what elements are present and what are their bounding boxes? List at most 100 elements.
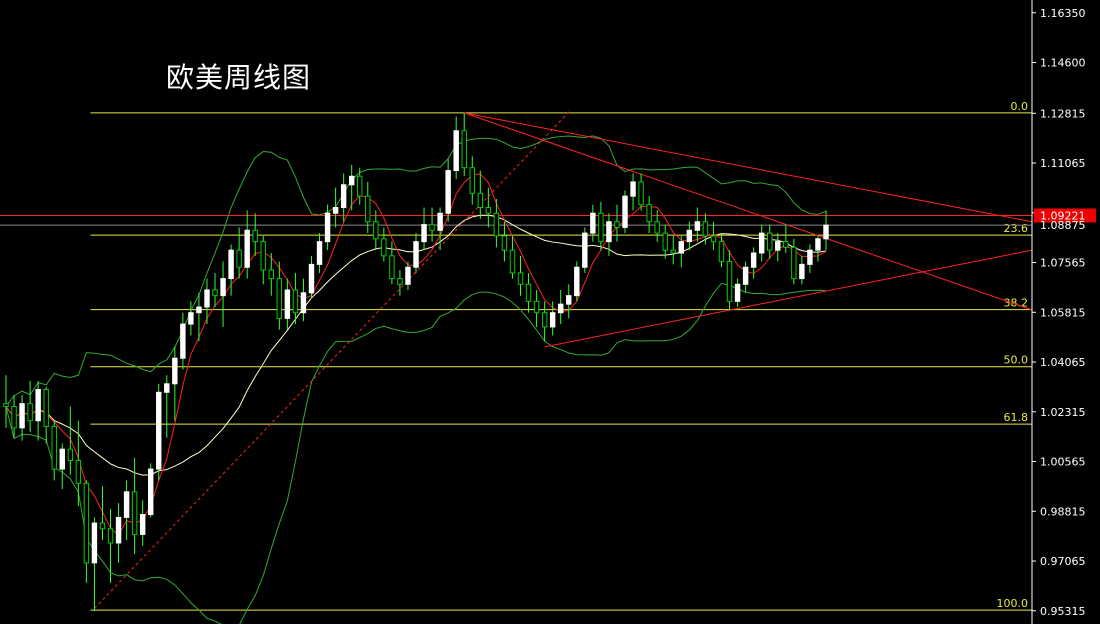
candle-body bbox=[83, 482, 90, 564]
candle-body bbox=[429, 224, 435, 231]
candle-body bbox=[525, 283, 532, 302]
candle-body bbox=[180, 323, 186, 359]
candle-body bbox=[107, 528, 114, 544]
candle-body bbox=[131, 491, 138, 535]
candle-body bbox=[373, 221, 379, 240]
candle-body bbox=[614, 221, 620, 228]
candle-body bbox=[469, 167, 475, 194]
candle-body bbox=[807, 249, 813, 265]
candle-body bbox=[477, 192, 484, 209]
candle-body bbox=[638, 181, 644, 206]
candle-body bbox=[815, 238, 821, 251]
candle-body bbox=[389, 255, 395, 280]
candle-body bbox=[268, 269, 275, 280]
tick-label: 1.04065 bbox=[1040, 356, 1086, 369]
candle-body bbox=[381, 238, 387, 257]
tick-label: 1.00565 bbox=[1040, 456, 1086, 469]
candle-body bbox=[533, 300, 540, 314]
tick-label: 1.12815 bbox=[1040, 107, 1086, 120]
fib-label: 23.6 bbox=[1004, 222, 1029, 235]
lower-trendline bbox=[544, 249, 1033, 348]
fib-label: 100.0 bbox=[997, 597, 1029, 610]
fib-label: 0.0 bbox=[1011, 100, 1029, 113]
candle-body bbox=[19, 403, 25, 429]
candle-body bbox=[791, 246, 797, 280]
candle-body bbox=[43, 388, 49, 427]
candle-body bbox=[413, 241, 419, 268]
candle-body bbox=[188, 312, 194, 325]
tick-label: 0.97065 bbox=[1040, 555, 1086, 568]
candle-body bbox=[196, 306, 202, 314]
candle-body bbox=[147, 468, 154, 516]
candle-body bbox=[27, 403, 33, 422]
trendlines bbox=[94, 110, 1033, 609]
candle-body bbox=[710, 235, 717, 243]
tick-label: 0.98815 bbox=[1040, 505, 1086, 518]
fib-label: 50.0 bbox=[1004, 354, 1029, 367]
candle-body bbox=[276, 278, 283, 319]
tick-label: 1.16350 bbox=[1040, 7, 1086, 20]
candle-body bbox=[252, 229, 258, 243]
candle-body bbox=[365, 195, 371, 223]
candle-body bbox=[324, 212, 331, 243]
candle-body bbox=[726, 261, 733, 302]
candle-body bbox=[453, 130, 459, 172]
candle-body bbox=[541, 312, 548, 328]
upper-trendline bbox=[464, 112, 1033, 223]
candle-body bbox=[767, 232, 773, 251]
candles bbox=[3, 112, 829, 612]
candle-body bbox=[99, 522, 106, 530]
candle-body bbox=[694, 221, 701, 231]
candle-body bbox=[622, 195, 628, 228]
candle-body bbox=[115, 516, 122, 544]
candle-body bbox=[204, 289, 210, 308]
dashed-trendline bbox=[94, 110, 571, 609]
candle-body bbox=[501, 235, 508, 251]
candle-body bbox=[59, 448, 65, 470]
candle-body bbox=[357, 175, 363, 197]
candle-body bbox=[316, 241, 323, 265]
candle-body bbox=[212, 289, 218, 297]
candle-body bbox=[517, 272, 524, 285]
tick-label: 1.05815 bbox=[1040, 306, 1086, 319]
candle-body bbox=[783, 241, 789, 248]
candle-body bbox=[244, 229, 250, 268]
candle-body bbox=[348, 175, 355, 186]
candle-body bbox=[734, 283, 741, 302]
fib-layer: 0.023.638.250.061.8100.0 bbox=[0, 100, 1032, 611]
candle-body bbox=[332, 207, 339, 214]
candle-body bbox=[630, 181, 636, 197]
candle-body bbox=[742, 266, 749, 285]
candle-body bbox=[750, 252, 757, 268]
candle-body bbox=[172, 357, 178, 385]
candle-body bbox=[606, 221, 612, 243]
last-price-label: 1.08875 bbox=[1040, 219, 1086, 232]
candle-body bbox=[758, 232, 765, 254]
candle-body bbox=[670, 249, 676, 254]
candle-body bbox=[485, 207, 492, 214]
tick-label: 1.07565 bbox=[1040, 257, 1086, 270]
tick-label: 1.14600 bbox=[1040, 57, 1086, 70]
candle-body bbox=[654, 221, 660, 234]
fib-label: 61.8 bbox=[1004, 411, 1029, 424]
candle-body bbox=[91, 522, 98, 564]
candle-body bbox=[574, 266, 580, 297]
candle-body bbox=[35, 388, 41, 422]
candle-body bbox=[775, 241, 781, 251]
candle-body bbox=[646, 204, 652, 223]
candle-body bbox=[292, 289, 299, 314]
candle-body bbox=[260, 241, 266, 271]
candle-body bbox=[75, 460, 82, 484]
price-axis: 1.163501.146001.128151.110651.093151.075… bbox=[1031, 0, 1096, 624]
candle-body bbox=[445, 170, 451, 214]
candle-body bbox=[799, 263, 805, 280]
candle-body bbox=[228, 249, 234, 280]
candle-body bbox=[718, 241, 725, 263]
candle-body bbox=[566, 295, 572, 305]
candle-body bbox=[51, 425, 57, 470]
candle-body bbox=[557, 303, 564, 314]
candle-body bbox=[308, 263, 315, 294]
candle-body bbox=[284, 289, 291, 319]
candle-body bbox=[421, 224, 427, 243]
candle-body bbox=[702, 221, 709, 237]
